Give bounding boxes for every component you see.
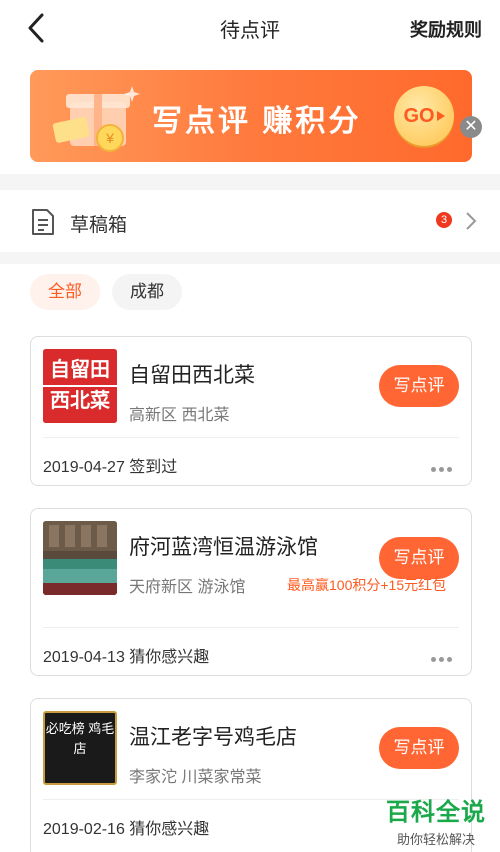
visit-date: 2019-04-13 猜你感兴趣 [43,649,210,666]
pool-thumbnail [43,521,117,595]
business-category: 李家沱 川菜家常菜 [129,769,262,786]
watermark-title: 百科全说 [386,799,486,826]
write-review-button[interactable]: 写点评 [379,727,459,769]
close-banner-button[interactable]: ✕ [460,116,482,138]
visit-date: 2019-04-27 签到过 [43,459,178,476]
business-name: 温江老字号鸡毛店 [129,726,297,749]
business-name: 府河蓝湾恒温游泳馆 [129,536,318,559]
divider [43,627,459,628]
watermark-subtitle: 助你轻松解决 [396,832,475,847]
close-icon: ✕ [464,118,478,135]
go-button[interactable]: GO [394,86,454,146]
reward-promo-text: 最高赢100积分+15元红包 [287,577,447,593]
visit-date: 2019-02-16 猜你感兴趣 [43,821,210,838]
svg-text:¥: ¥ [105,130,114,146]
more-options-icon[interactable] [431,459,457,472]
filter-chengdu[interactable]: 成都 [112,274,182,310]
watermark: 百科全说 助你轻松解决 [386,792,486,848]
header: 待点评 奖励规则 [0,0,500,56]
review-list: 全部 成都 自留田西北菜 自留田西北菜 高新区 西北菜 写点评 2019-04-… [0,264,500,852]
page-title: 待点评 [220,19,280,42]
banner-section: ¥ 写点评 赚积分 GO ✕ [0,56,500,174]
write-review-button[interactable]: 写点评 [379,365,459,407]
drafts-count-badge: 3 [436,212,452,228]
restaurant-thumbnail: 必吃榜 鸡毛店 [43,711,117,785]
play-icon [436,111,445,121]
go-label: GO [403,104,435,127]
document-icon [32,209,54,235]
write-review-button[interactable]: 写点评 [379,537,459,579]
drafts-label: 草稿箱 [70,215,128,236]
drafts-row[interactable]: 草稿箱 3 [0,190,500,252]
divider [43,437,459,438]
reward-rules-link[interactable]: 奖励规则 [410,16,482,42]
restaurant-logo-text: 自留田西北菜 [50,359,110,412]
filter-all[interactable]: 全部 [30,274,100,310]
promo-banner[interactable]: ¥ 写点评 赚积分 GO [30,70,472,162]
back-arrow-icon [28,13,44,43]
review-card[interactable]: 府河蓝湾恒温游泳馆 天府新区 游泳馆 写点评 最高赢100积分+15元红包 20… [30,508,472,676]
business-category: 天府新区 游泳馆 [129,579,246,596]
pool-photo [43,521,117,595]
chevron-right-icon [466,212,477,230]
banner-text: 写点评 赚积分 [152,105,362,138]
restaurant-thumbnail: 自留田西北菜 [43,349,117,423]
restaurant-logo-text: 必吃榜 鸡毛店 [45,721,115,756]
review-card[interactable]: 自留田西北菜 自留田西北菜 高新区 西北菜 写点评 2019-04-27 签到过 [30,336,472,486]
business-name: 自留田西北菜 [129,364,255,387]
more-options-icon[interactable] [431,649,457,662]
business-category: 高新区 西北菜 [129,407,230,424]
back-button[interactable] [18,10,54,46]
gift-icon: ¥ [52,86,140,152]
